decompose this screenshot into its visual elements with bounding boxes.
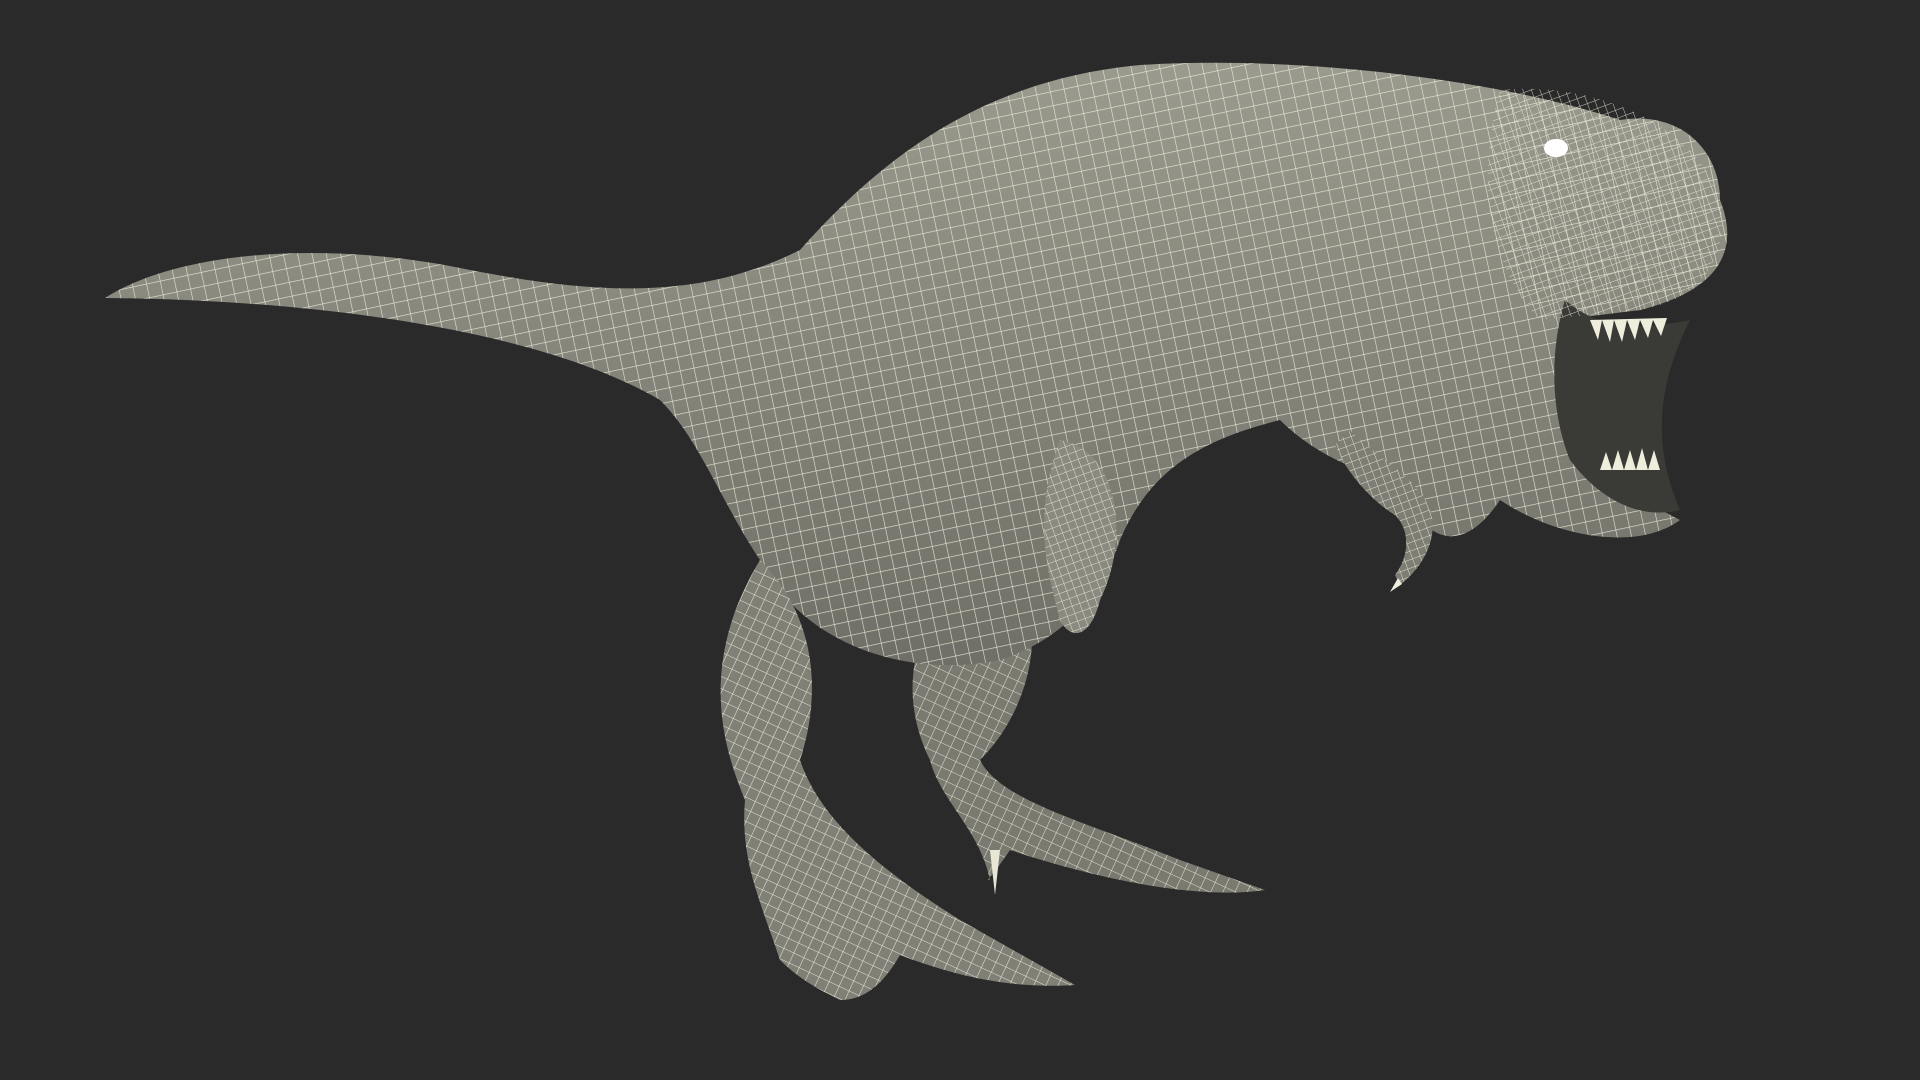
t-rex-wireframe-render: [105, 62, 1728, 1000]
eye: [1544, 139, 1568, 157]
body-and-tail: [105, 62, 1728, 666]
viewport-background: [0, 0, 1920, 1080]
head-mesh: [1487, 88, 1722, 320]
